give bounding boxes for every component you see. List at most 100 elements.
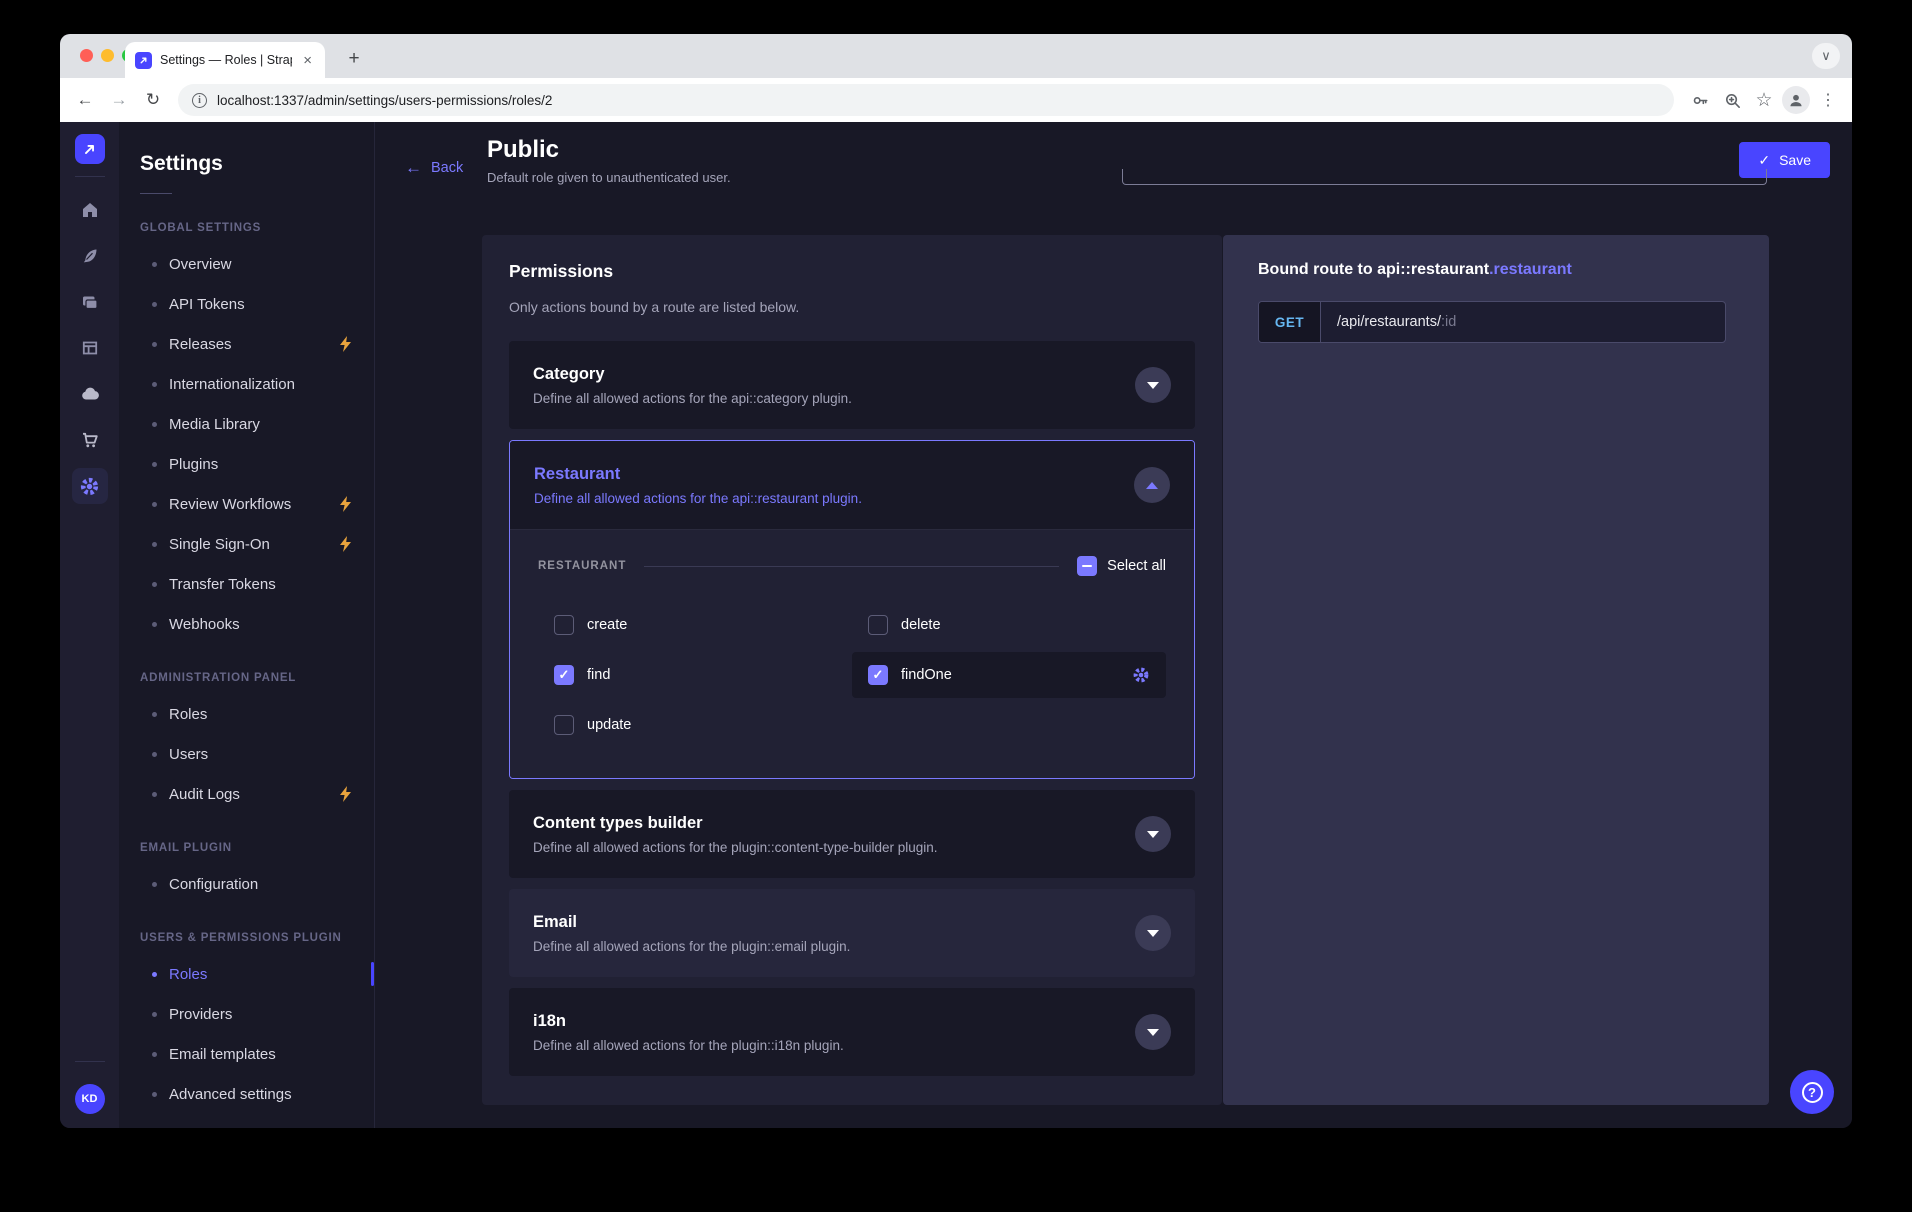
- sidebar-item-single-sign-on[interactable]: Single Sign-On: [119, 524, 374, 564]
- expand-accordion-button[interactable]: [1135, 816, 1171, 852]
- find-checkbox[interactable]: ✓: [554, 665, 574, 685]
- select-all-control[interactable]: Select all: [1077, 556, 1166, 576]
- accordion-title: Content types builder: [533, 814, 938, 833]
- lightning-icon: [339, 786, 352, 802]
- strapi-logo-icon[interactable]: [75, 134, 105, 164]
- accordion-description: Define all allowed actions for the plugi…: [533, 840, 938, 855]
- close-window-button[interactable]: [80, 49, 93, 62]
- accordion-description: Define all allowed actions for the plugi…: [533, 939, 850, 954]
- permission-delete[interactable]: delete: [852, 602, 1166, 648]
- accordion-i18n[interactable]: i18n Define all allowed actions for the …: [509, 988, 1195, 1076]
- permissions-subtitle: Only actions bound by a route are listed…: [509, 299, 1195, 315]
- marketplace-icon[interactable]: [72, 422, 108, 458]
- permission-find[interactable]: ✓ find: [538, 652, 852, 698]
- browser-reload-button[interactable]: ↻: [138, 85, 168, 115]
- bullet-icon: [152, 302, 157, 307]
- tab-search-chevron-icon[interactable]: ∨: [1812, 43, 1840, 69]
- bound-route-title: Bound route to api::restaurant.restauran…: [1258, 261, 1734, 279]
- permission-findone[interactable]: ✓ findOne: [852, 652, 1166, 698]
- browser-window: Settings — Roles | Strapi × + ∨ ← → ↻ i …: [60, 34, 1852, 1128]
- findone-checkbox[interactable]: ✓: [868, 665, 888, 685]
- accordion-restaurant-header[interactable]: Restaurant Define all allowed actions fo…: [510, 441, 1194, 529]
- expand-accordion-button[interactable]: [1135, 367, 1171, 403]
- expand-accordion-button[interactable]: [1135, 1014, 1171, 1050]
- minimize-window-button[interactable]: [101, 49, 114, 62]
- sidebar-item-email-templates[interactable]: Email templates: [119, 1034, 374, 1074]
- browser-menu-icon[interactable]: ⋮: [1814, 86, 1842, 114]
- bullet-icon: [152, 502, 157, 507]
- select-all-checkbox[interactable]: [1077, 556, 1097, 576]
- tab-close-icon[interactable]: ×: [300, 52, 315, 69]
- permission-update[interactable]: update: [538, 702, 852, 748]
- sidebar-item-admin-users[interactable]: Users: [119, 734, 374, 774]
- bullet-icon: [152, 1012, 157, 1017]
- accordion-category[interactable]: Category Define all allowed actions for …: [509, 341, 1195, 429]
- scrolled-input-bottom-edge[interactable]: [1122, 169, 1767, 185]
- cloud-icon[interactable]: [72, 376, 108, 412]
- route-path-input[interactable]: /api/restaurants/:id: [1321, 302, 1725, 342]
- bullet-icon: [152, 462, 157, 467]
- question-mark-icon: ?: [1802, 1082, 1823, 1103]
- sidebar-item-advanced-settings[interactable]: Advanced settings: [119, 1074, 374, 1114]
- sidebar-item-releases[interactable]: Releases: [119, 324, 374, 364]
- expand-accordion-button[interactable]: [1135, 915, 1171, 951]
- page-subtitle: Default role given to unauthenticated us…: [487, 170, 731, 185]
- sidebar-item-providers[interactable]: Providers: [119, 994, 374, 1034]
- permission-create[interactable]: create: [538, 602, 852, 648]
- media-library-icon[interactable]: [72, 284, 108, 320]
- chevron-down-icon: [1147, 382, 1159, 389]
- site-info-icon[interactable]: i: [192, 93, 207, 108]
- bullet-icon: [152, 972, 157, 977]
- sidebar-item-transfer-tokens[interactable]: Transfer Tokens: [119, 564, 374, 604]
- permission-settings-gear-icon[interactable]: [1132, 666, 1150, 684]
- delete-checkbox[interactable]: [868, 615, 888, 635]
- home-icon[interactable]: [72, 192, 108, 228]
- sidebar-item-review-workflows[interactable]: Review Workflows: [119, 484, 374, 524]
- chevron-down-icon: [1147, 1029, 1159, 1036]
- content-manager-icon[interactable]: [72, 238, 108, 274]
- sidebar-item-api-tokens[interactable]: API Tokens: [119, 284, 374, 324]
- settings-icon[interactable]: [72, 468, 108, 504]
- check-icon: ✓: [1758, 152, 1770, 169]
- create-checkbox[interactable]: [554, 615, 574, 635]
- bullet-icon: [152, 792, 157, 797]
- collapse-accordion-button[interactable]: [1134, 467, 1170, 503]
- sidebar-item-overview[interactable]: Overview: [119, 244, 374, 284]
- password-manager-icon[interactable]: [1686, 86, 1714, 114]
- bullet-icon: [152, 262, 157, 267]
- back-link[interactable]: ← Back: [405, 158, 463, 178]
- content-type-builder-icon[interactable]: [72, 330, 108, 366]
- lightning-icon: [339, 496, 352, 512]
- sidebar-item-media-library[interactable]: Media Library: [119, 404, 374, 444]
- accordion-description: Define all allowed actions for the plugi…: [533, 1038, 844, 1053]
- accordion-email[interactable]: Email Define all allowed actions for the…: [509, 889, 1195, 977]
- sidebar-item-webhooks[interactable]: Webhooks: [119, 604, 374, 644]
- address-bar[interactable]: i localhost:1337/admin/settings/users-pe…: [178, 84, 1674, 116]
- url-text[interactable]: localhost:1337/admin/settings/users-perm…: [217, 93, 552, 108]
- bookmark-star-icon[interactable]: ☆: [1750, 86, 1778, 114]
- new-tab-button[interactable]: +: [340, 45, 368, 73]
- accordion-content-types-builder[interactable]: Content types builder Define all allowed…: [509, 790, 1195, 878]
- accordion-title: i18n: [533, 1012, 844, 1031]
- section-header-email-plugin: EMAIL PLUGIN: [140, 842, 374, 854]
- browser-profile-avatar[interactable]: [1782, 86, 1810, 114]
- sidebar-item-email-configuration[interactable]: Configuration: [119, 864, 374, 904]
- bullet-icon: [152, 1092, 157, 1097]
- sidebar-item-up-roles[interactable]: Roles: [119, 954, 374, 994]
- sidebar-item-audit-logs[interactable]: Audit Logs: [119, 774, 374, 814]
- browser-forward-button[interactable]: →: [104, 85, 134, 115]
- sidebar-item-admin-roles[interactable]: Roles: [119, 694, 374, 734]
- update-checkbox[interactable]: [554, 715, 574, 735]
- browser-tab[interactable]: Settings — Roles | Strapi ×: [125, 42, 325, 78]
- sidebar-item-plugins[interactable]: Plugins: [119, 444, 374, 484]
- help-button[interactable]: ?: [1790, 1070, 1834, 1114]
- zoom-page-icon[interactable]: [1718, 86, 1746, 114]
- sidebar-divider: [140, 193, 172, 194]
- sidebar-item-internationalization[interactable]: Internationalization: [119, 364, 374, 404]
- section-header-users-permissions-plugin: USERS & PERMISSIONS PLUGIN: [140, 932, 374, 944]
- bullet-icon: [152, 342, 157, 347]
- page-title: Public: [487, 136, 731, 164]
- bullet-icon: [152, 1052, 157, 1057]
- user-avatar[interactable]: KD: [75, 1084, 105, 1114]
- browser-back-button[interactable]: ←: [70, 85, 100, 115]
